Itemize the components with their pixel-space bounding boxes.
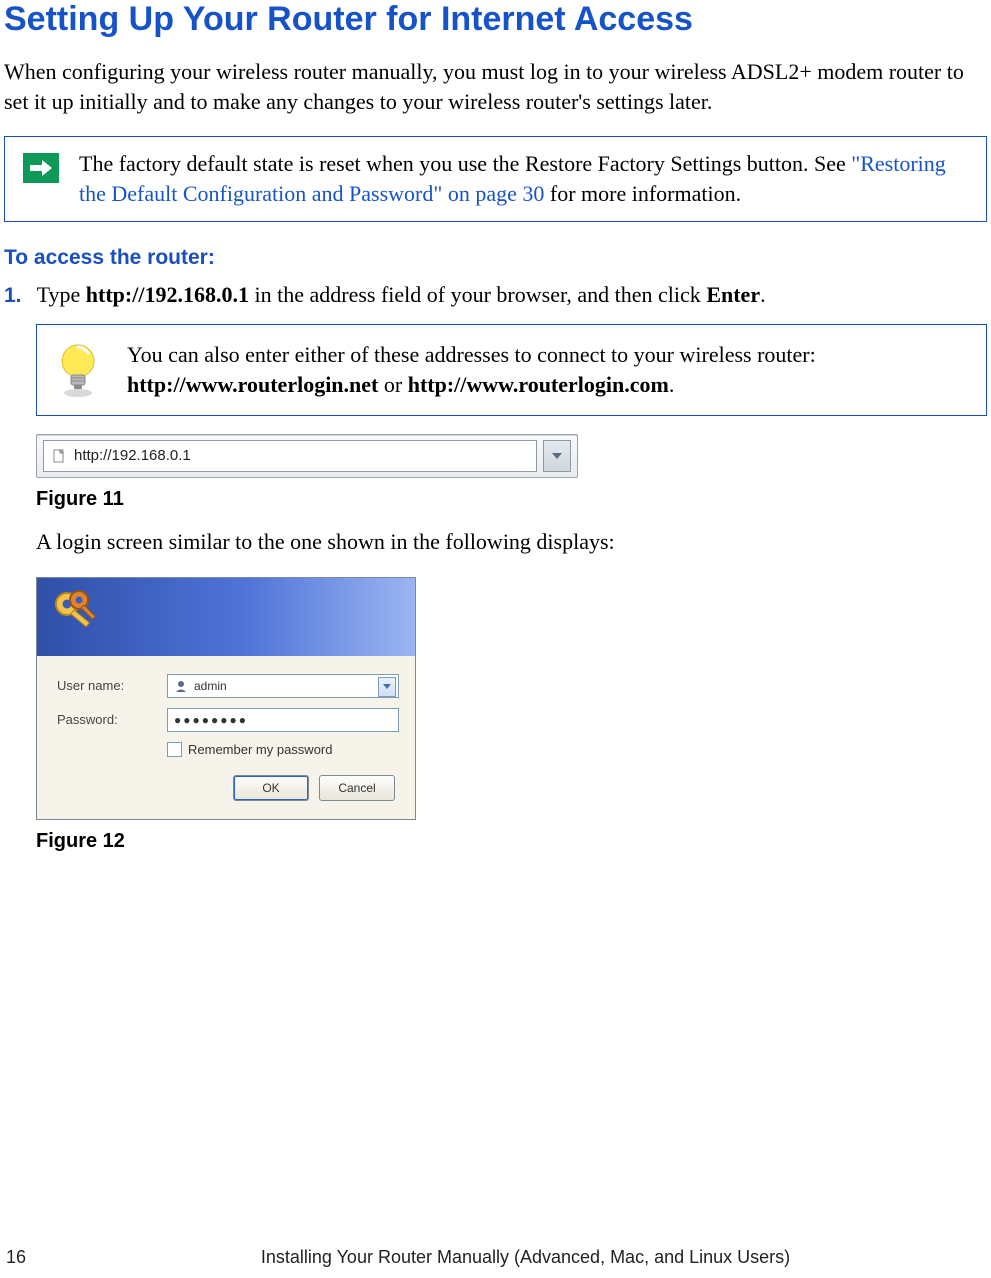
tip-end: .: [669, 372, 675, 397]
username-value: admin: [194, 679, 227, 693]
login-dialog: User name: admin Password:: [36, 577, 416, 820]
tip-callout: You can also enter either of these addre…: [36, 324, 987, 416]
page-icon: [52, 449, 66, 463]
note-text: The factory default state is reset when …: [79, 149, 968, 208]
step-1-mid: in the address field of your browser, an…: [249, 282, 706, 307]
ok-button[interactable]: OK: [233, 775, 309, 801]
user-icon: [174, 679, 188, 693]
username-input[interactable]: admin: [167, 674, 399, 698]
chevron-down-icon: [383, 684, 391, 689]
tip-addr1: http://www.routerlogin.net: [127, 372, 378, 397]
password-input[interactable]: ●●●●●●●●: [167, 708, 399, 732]
keys-icon: [51, 588, 101, 647]
address-value: http://192.168.0.1: [74, 447, 191, 464]
browser-address-bar: http://192.168.0.1: [36, 434, 578, 478]
address-input[interactable]: http://192.168.0.1: [43, 440, 537, 472]
subheading-access-router: To access the router:: [4, 246, 987, 270]
step-1-url: http://192.168.0.1: [86, 282, 249, 307]
tip-or: or: [378, 372, 407, 397]
remember-password-checkbox[interactable]: [167, 742, 182, 757]
step-1-pre: Type: [37, 282, 86, 307]
tip-addr2: http://www.routerlogin.com: [408, 372, 669, 397]
arrow-note-icon: [23, 153, 59, 183]
figure-11: http://192.168.0.1: [36, 434, 987, 478]
login-dialog-banner: [37, 578, 415, 656]
tip-line1: You can also enter either of these addre…: [127, 342, 816, 367]
chevron-down-icon: [552, 453, 562, 459]
address-dropdown-button[interactable]: [543, 440, 571, 472]
note-part2: for more information.: [544, 181, 741, 206]
intro-paragraph: When configuring your wireless router ma…: [4, 57, 987, 116]
step-1-post: .: [760, 282, 766, 307]
page-title: Setting Up Your Router for Internet Acce…: [4, 0, 987, 39]
tip-text: You can also enter either of these addre…: [127, 340, 966, 399]
step-1: 1. Type http://192.168.0.1 in the addres…: [4, 282, 987, 308]
cancel-button[interactable]: Cancel: [319, 775, 395, 801]
figure-11-caption: Figure 11: [36, 488, 987, 511]
step-1-number: 1.: [4, 284, 22, 307]
username-label: User name:: [57, 678, 167, 693]
note-part1: The factory default state is reset when …: [79, 151, 851, 176]
step-1-action: Enter: [706, 282, 760, 307]
figure-12: User name: admin Password:: [36, 577, 987, 820]
note-callout: The factory default state is reset when …: [4, 136, 987, 221]
lightbulb-icon: [51, 339, 105, 401]
figure-12-caption: Figure 12: [36, 830, 987, 853]
remember-password-label: Remember my password: [188, 742, 333, 757]
password-label: Password:: [57, 712, 167, 727]
password-value: ●●●●●●●●: [174, 713, 248, 727]
username-dropdown-button[interactable]: [378, 677, 396, 697]
login-intro-text: A login screen similar to the one shown …: [36, 529, 987, 555]
